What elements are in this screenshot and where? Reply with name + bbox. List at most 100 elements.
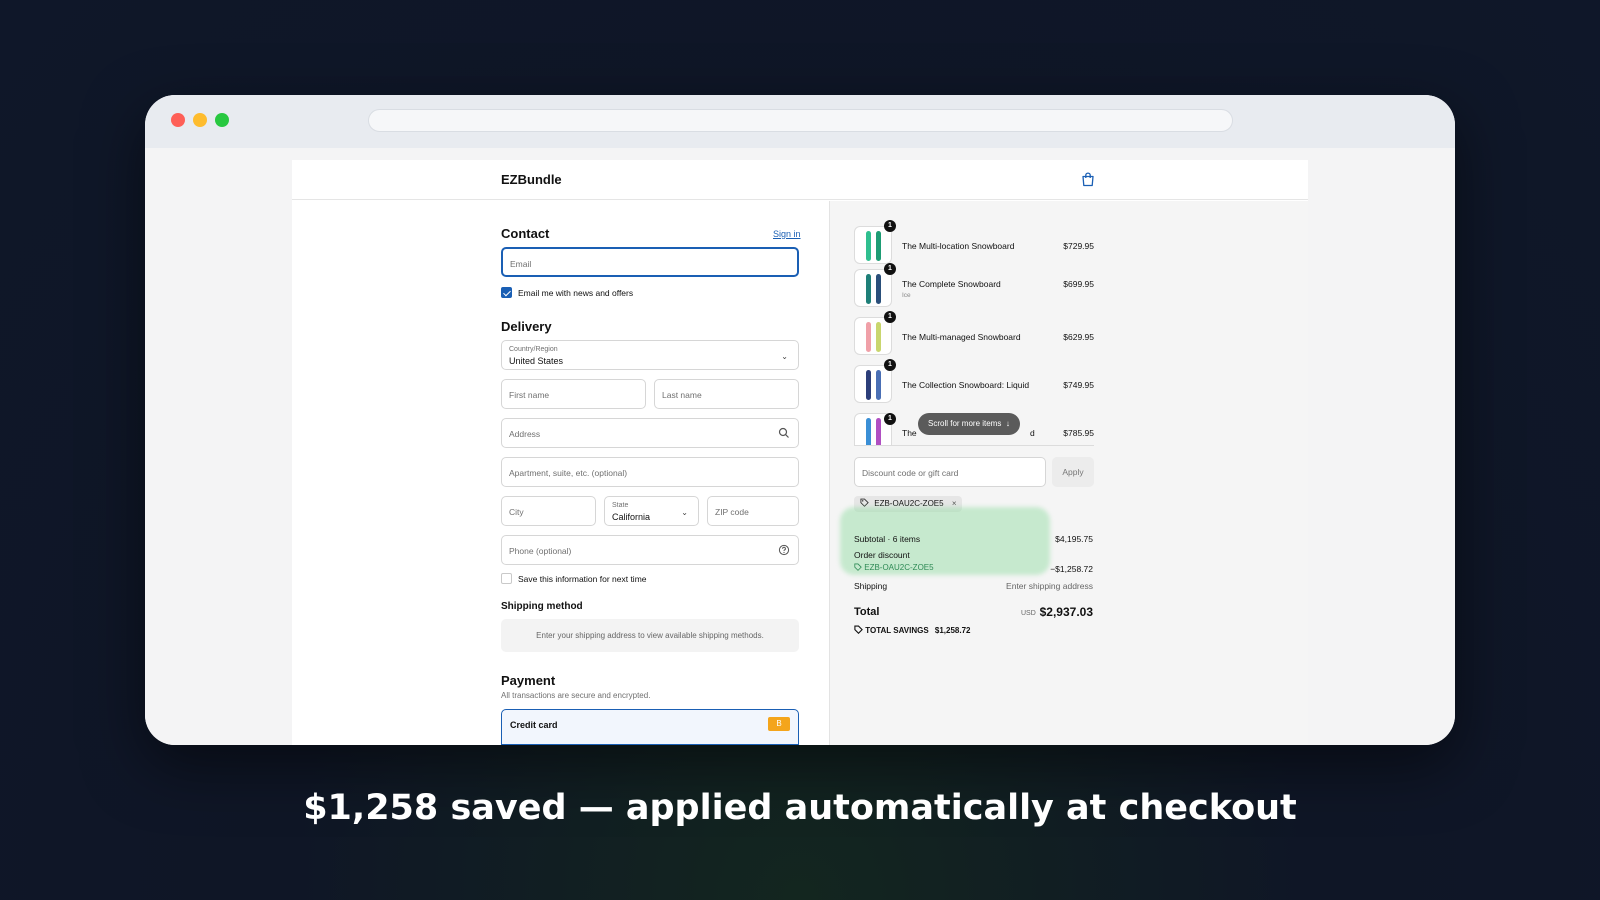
city-field[interactable]: City (501, 496, 596, 526)
total-savings-label: TOTAL SAVINGS (865, 626, 929, 635)
browser-titlebar (145, 95, 1455, 148)
shopping-bag-icon[interactable] (1081, 172, 1095, 187)
last-name-field[interactable]: Last name (654, 379, 799, 409)
payment-subtitle: All transactions are secure and encrypte… (501, 691, 651, 700)
maximize-window-button[interactable] (215, 113, 229, 127)
quantity-badge: 1 (884, 220, 896, 232)
credit-card-label: Credit card (510, 720, 558, 730)
apartment-field[interactable]: Apartment, suite, etc. (optional) (501, 457, 799, 487)
product-price: $699.95 (1063, 279, 1094, 289)
chevron-down-icon: ⌄ (681, 508, 688, 517)
payment-heading: Payment (501, 673, 556, 688)
product-price: $785.95 (1063, 428, 1094, 438)
save-info-checkbox[interactable] (501, 573, 512, 584)
quantity-badge: 1 (884, 263, 896, 275)
subtotal-value: $4,195.75 (1055, 534, 1093, 544)
help-icon[interactable] (778, 544, 790, 556)
shipping-value: Enter shipping address (1006, 581, 1093, 591)
total-label: Total (854, 606, 880, 618)
subtotal-label: Subtotal · 6 items (854, 534, 921, 544)
total-savings-value: $1,258.72 (934, 626, 971, 635)
checkout-page: EZBundle Contact Sign in Email Email me … (292, 160, 1308, 745)
product-name: The (902, 428, 917, 438)
newsletter-label: Email me with news and offers (518, 288, 634, 298)
discount-code-placeholder: Discount code or gift card (862, 468, 959, 478)
product-image (854, 226, 892, 264)
product-name-end: d (1030, 428, 1035, 438)
store-brand[interactable]: EZBundle (501, 172, 562, 187)
credit-card-option[interactable]: Credit card B (501, 709, 799, 745)
shipping-label: Shipping (854, 581, 888, 591)
quantity-badge: 1 (884, 311, 896, 323)
chevron-down-icon: ⌄ (781, 352, 788, 361)
product-image (854, 269, 892, 307)
close-window-button[interactable] (171, 113, 185, 127)
quantity-badge: 1 (884, 359, 896, 371)
state-label: State (612, 502, 629, 509)
shipping-method-heading: Shipping method (501, 601, 583, 612)
shipping-method-message: Enter your shipping address to view avai… (536, 631, 764, 640)
total-savings: TOTAL SAVINGS $1,258.72 (854, 625, 970, 635)
product-image (854, 365, 892, 403)
address-bar[interactable] (368, 109, 1233, 132)
product-name: The Collection Snowboard: Liquid (902, 380, 1030, 390)
email-field[interactable]: Email (501, 247, 799, 277)
browser-viewport: EZBundle Contact Sign in Email Email me … (145, 148, 1455, 745)
city-placeholder: City (509, 507, 524, 517)
tag-icon (854, 625, 863, 635)
product-name: The Multi-location Snowboard (902, 241, 1015, 251)
scroll-more-button[interactable]: Scroll for more items ↓ (918, 413, 1020, 435)
delivery-heading: Delivery (501, 319, 552, 334)
apartment-placeholder: Apartment, suite, etc. (optional) (509, 468, 628, 478)
address-placeholder: Address (509, 429, 541, 439)
last-name-placeholder: Last name (662, 390, 702, 400)
country-label: Country/Region (509, 346, 558, 353)
zip-placeholder: ZIP code (715, 507, 749, 517)
checkout-form: Contact Sign in Email Email me with news… (292, 201, 829, 745)
phone-placeholder: Phone (optional) (509, 546, 572, 556)
divider (854, 445, 1094, 446)
order-summary: 1 The Multi-location Snowboard $729.95 1… (829, 201, 1308, 745)
state-value: California (612, 512, 651, 522)
discount-code-input[interactable]: Discount code or gift card (854, 457, 1046, 487)
tag-icon (854, 563, 862, 571)
product-price: $749.95 (1063, 380, 1094, 390)
card-brand-badge: B (768, 717, 790, 731)
product-price: $629.95 (1063, 332, 1094, 342)
browser-window: EZBundle Contact Sign in Email Email me … (145, 95, 1455, 745)
quantity-badge: 1 (884, 413, 896, 425)
promo-caption: $1,258 saved — applied automatically at … (303, 788, 1297, 828)
search-icon (778, 427, 789, 438)
tag-icon (860, 498, 869, 507)
first-name-placeholder: First name (509, 390, 550, 400)
country-value: United States (509, 356, 564, 366)
sign-in-link[interactable]: Sign in (773, 229, 801, 239)
email-placeholder: Email (510, 259, 532, 269)
contact-heading: Contact (501, 226, 550, 241)
apply-discount-button[interactable]: Apply (1052, 457, 1094, 487)
order-discount-code-text: EZB-OAU2C-ZOE5 (864, 563, 934, 572)
country-select[interactable]: Country/Region United States ⌄ (501, 340, 799, 370)
first-name-field[interactable]: First name (501, 379, 646, 409)
product-name: The Multi-managed Snowboard (902, 332, 1021, 342)
newsletter-checkbox[interactable] (501, 287, 512, 298)
total-currency: USD (1021, 610, 1036, 617)
shipping-method-placeholder: Enter your shipping address to view avai… (501, 619, 799, 652)
arrow-down-icon: ↓ (1003, 419, 1010, 428)
total-value: $2,937.03 (1039, 605, 1093, 619)
order-discount-label: Order discount (854, 550, 910, 560)
list-item: 1 The Multi-location Snowboard $729.95 (854, 220, 1094, 266)
product-image (854, 317, 892, 355)
product-name: The Complete Snowboard (902, 279, 1001, 289)
address-field[interactable]: Address (501, 418, 799, 448)
state-select[interactable]: State California ⌄ (604, 496, 699, 526)
zip-field[interactable]: ZIP code (707, 496, 799, 526)
scroll-more-label: Scroll for more items (928, 419, 1002, 428)
save-info-label: Save this information for next time (518, 574, 647, 584)
product-price: $729.95 (1063, 241, 1094, 251)
minimize-window-button[interactable] (193, 113, 207, 127)
list-item: 1 The Collection Snowboard: Liquid $749.… (854, 359, 1094, 405)
phone-field[interactable]: Phone (optional) (501, 535, 799, 565)
order-discount-code: EZB-OAU2C-ZOE5 (854, 563, 934, 572)
product-variant: Ice (902, 292, 911, 299)
